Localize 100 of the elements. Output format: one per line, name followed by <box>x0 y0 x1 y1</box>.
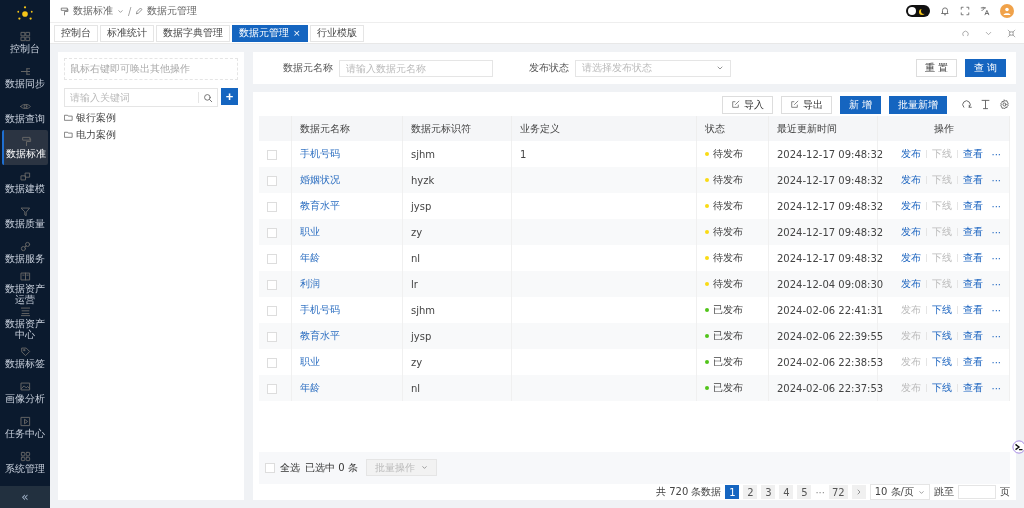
action-link[interactable]: 查看 <box>963 251 984 266</box>
action-link[interactable]: 查看 <box>963 277 984 292</box>
sidebar-item[interactable]: 控制台 <box>2 25 48 60</box>
column-header: 数据元名称 <box>291 116 403 142</box>
action-link[interactable]: 发布 <box>901 277 922 292</box>
action-link[interactable]: 查看 <box>963 225 984 240</box>
column-header: 操作 <box>877 116 1010 142</box>
sidebar-item[interactable]: 数据同步 <box>2 60 48 95</box>
page-button[interactable]: 4 <box>779 485 794 499</box>
action-link[interactable]: 查看 <box>963 303 984 318</box>
sidebar-item[interactable]: 任务中心 <box>2 410 48 445</box>
action-link[interactable]: 发布 <box>901 147 922 162</box>
table-cell: 2024-12-17 09:48:32 <box>777 252 884 264</box>
reset-button[interactable]: 重 置 <box>915 59 957 77</box>
tab[interactable]: 数据字典管理 <box>156 24 230 42</box>
action-link[interactable]: 发布 <box>901 251 922 266</box>
action-link[interactable]: 查看 <box>963 199 984 214</box>
name-link[interactable]: 职业 <box>300 226 320 238</box>
breadcrumb-item[interactable]: 数据标准 <box>73 4 113 18</box>
sidebar-item[interactable]: 数据资产运营 <box>2 270 48 305</box>
name-link[interactable]: 年龄 <box>300 252 320 264</box>
action-link[interactable]: 发布 <box>901 225 922 240</box>
table-cell: hyzk <box>411 174 435 186</box>
search-button[interactable]: 查 询 <box>964 59 1006 77</box>
table-cell: sjhm <box>411 304 436 316</box>
more-button[interactable]: ··· <box>991 200 1001 212</box>
more-button[interactable]: ··· <box>991 278 1001 290</box>
ellipsis[interactable]: ··· <box>815 486 825 498</box>
page-button[interactable]: 2 <box>743 485 758 499</box>
table-cell: 2024-12-17 09:48:32 <box>777 148 884 160</box>
page-button[interactable]: 3 <box>761 485 776 499</box>
name-input[interactable]: 请输入数据元名称 <box>339 59 493 77</box>
more-button[interactable]: ··· <box>991 148 1001 160</box>
name-link[interactable]: 年龄 <box>300 382 320 394</box>
sidebar-item[interactable]: 数据服务 <box>2 235 48 270</box>
more-button[interactable]: ··· <box>991 226 1001 238</box>
table-cell: 2024-02-06 22:37:53 <box>777 382 884 394</box>
tree-item[interactable]: 电力案例 <box>76 127 116 142</box>
search-field[interactable]: 请输入关键词 <box>64 88 218 107</box>
table-cell: lr <box>411 278 418 290</box>
column-header: 业务定义 <box>511 116 697 142</box>
batch-add-button[interactable]: 批量新增 <box>889 95 947 114</box>
action-link[interactable]: 发布 <box>901 199 922 214</box>
page-button[interactable]: 1 <box>725 485 740 499</box>
breadcrumb-separator: / <box>128 5 132 17</box>
sidebar-item[interactable]: 数据资产中心 <box>2 305 48 340</box>
page-button[interactable]: 72 <box>829 485 848 499</box>
name-link[interactable]: 教育水平 <box>300 330 340 342</box>
more-button[interactable]: ··· <box>991 174 1001 186</box>
import-button[interactable]: 导入 <box>721 95 773 114</box>
name-link[interactable]: 利润 <box>300 278 320 290</box>
table-cell: jysp <box>411 330 432 342</box>
sidebar-item[interactable]: 数据标准 <box>2 130 48 165</box>
column-header: 数据元标识符 <box>402 116 512 142</box>
add-button[interactable]: 新 增 <box>839 95 881 114</box>
page-button[interactable]: 5 <box>797 485 812 499</box>
name-link[interactable]: 职业 <box>300 356 320 368</box>
action-link[interactable]: 下线 <box>932 303 953 318</box>
collapse-button[interactable]: « <box>0 486 50 508</box>
action-link[interactable]: 下线 <box>932 329 953 344</box>
table-cell: 2024-02-06 22:39:55 <box>777 330 884 342</box>
more-button[interactable]: ··· <box>991 304 1001 316</box>
action-link[interactable]: 查看 <box>963 173 984 188</box>
action-link[interactable]: 下线 <box>932 381 953 396</box>
add-button[interactable]: + <box>221 88 238 105</box>
sidebar-item[interactable]: 画像分析 <box>2 375 48 410</box>
action-link[interactable]: 查看 <box>963 329 984 344</box>
page-size-select[interactable]: 10 条/页 <box>869 484 930 500</box>
checkbox-label: 全选 <box>280 460 300 475</box>
name-link[interactable]: 教育水平 <box>300 200 340 212</box>
name-link[interactable]: 手机号码 <box>300 304 340 316</box>
sidebar-item[interactable]: 数据标签 <box>2 340 48 375</box>
action-link[interactable]: 下线 <box>932 355 953 370</box>
tab[interactable]: 行业模版 <box>309 24 364 42</box>
more-button[interactable]: ··· <box>991 356 1001 368</box>
action-link[interactable]: 查看 <box>963 355 984 370</box>
tree-item[interactable]: 银行案例 <box>76 110 116 125</box>
action-link[interactable]: 查看 <box>963 381 984 396</box>
more-button[interactable]: ··· <box>991 382 1001 394</box>
sidebar-item[interactable]: 数据质量 <box>2 200 48 235</box>
total-count: 共 720 条数据 <box>656 485 722 499</box>
status-text: 已发布 <box>713 329 743 344</box>
export-button[interactable]: 导出 <box>780 95 832 114</box>
action-link[interactable]: 发布 <box>901 173 922 188</box>
tab[interactable]: 标准统计 <box>100 24 154 42</box>
tab[interactable]: 数据元管理 × <box>232 24 308 42</box>
sidebar-item[interactable]: 数据查询 <box>2 95 48 130</box>
sidebar-item[interactable]: 数据建模 <box>2 165 48 200</box>
table-cell: 1 <box>520 148 527 160</box>
action-link[interactable]: 查看 <box>963 147 984 162</box>
sidebar-item[interactable]: 系统管理 <box>2 445 48 480</box>
more-button[interactable]: ··· <box>991 330 1001 342</box>
selected-count: 已选中 0 条 <box>305 460 358 475</box>
name-link[interactable]: 婚姻状况 <box>300 174 340 186</box>
more-button[interactable]: ··· <box>991 252 1001 264</box>
table-cell: 2024-02-06 22:38:53 <box>777 356 884 368</box>
tab[interactable]: 控制台 <box>54 24 98 42</box>
status-text: 已发布 <box>713 355 743 370</box>
name-link[interactable]: 手机号码 <box>300 148 340 160</box>
close-button[interactable]: × <box>293 28 301 38</box>
